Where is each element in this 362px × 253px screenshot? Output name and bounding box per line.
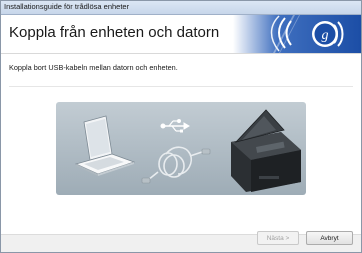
page-title: Koppla från enheten och datorn	[9, 24, 220, 41]
svg-text:g: g	[322, 28, 329, 43]
divider	[9, 86, 353, 87]
cancel-button[interactable]: Avbryt	[306, 231, 353, 245]
disconnect-illustration	[56, 102, 306, 195]
usb-plug-icon	[141, 177, 151, 184]
next-button[interactable]: Nästa >	[257, 231, 299, 245]
usb-plug-icon	[201, 148, 211, 155]
header-banner: Koppla från enheten och datorn g	[1, 15, 361, 54]
content-area: Koppla bort USB-kabeln mellan datorn och…	[1, 54, 361, 234]
wireless-rings-icon: g	[233, 15, 361, 53]
installer-window: Installationsguide för trådlösa enheter …	[0, 0, 362, 253]
instruction-text: Koppla bort USB-kabeln mellan datorn och…	[9, 63, 178, 72]
window-title: Installationsguide för trådlösa enheter	[4, 2, 130, 11]
title-bar: Installationsguide för trådlösa enheter	[1, 1, 361, 15]
